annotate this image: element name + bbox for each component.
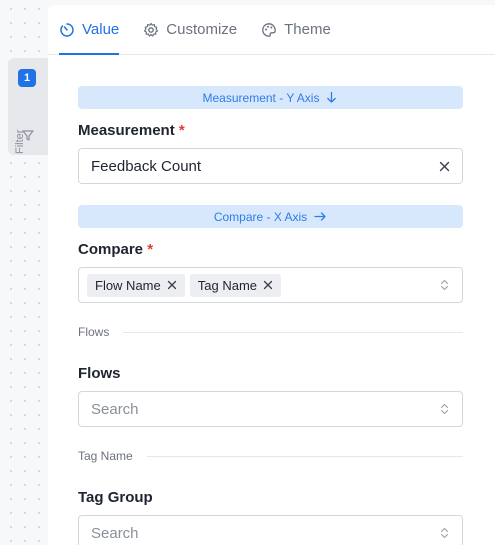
tab-theme[interactable]: Theme — [261, 5, 331, 54]
flows-section-header: Flows — [78, 325, 463, 339]
chart-config-panel: Value Customize Theme Measurement - Y Ax… — [48, 5, 495, 545]
arrow-right-icon — [314, 212, 326, 221]
tag-group-select[interactable]: Search — [78, 515, 463, 545]
palette-icon — [262, 22, 276, 37]
measurement-select[interactable]: Feedback Count — [78, 148, 463, 184]
compare-dropdown-toggle[interactable] — [438, 279, 450, 291]
required-marker: * — [147, 241, 154, 258]
flows-dropdown-toggle[interactable] — [438, 403, 450, 415]
tag-group-search-input[interactable]: Search — [91, 525, 438, 542]
tab-bar: Value Customize Theme — [48, 5, 495, 55]
flows-search-input[interactable]: Search — [91, 401, 438, 418]
filter-count-badge: 1 — [18, 69, 36, 87]
measurement-banner-label: Measurement - Y Axis — [202, 90, 320, 105]
section-divider-line — [123, 331, 463, 333]
chip-label: Flow Name — [95, 277, 161, 293]
arrow-down-icon — [327, 91, 337, 103]
chip-flow-name: Flow Name — [87, 273, 185, 297]
tag-section-title: Tag Name — [78, 449, 133, 463]
chevron-up-down-icon — [440, 403, 448, 415]
compare-multiselect[interactable]: Flow Name Tag Name — [78, 267, 463, 303]
compare-label: Compare * — [78, 241, 463, 258]
tab-customize-label: Customize — [166, 21, 238, 38]
section-divider-line — [146, 455, 463, 457]
tab-value[interactable]: Value — [59, 5, 120, 55]
tab-theme-label: Theme — [284, 21, 331, 38]
filter-label: Filter — [14, 129, 26, 154]
flows-label: Flows — [78, 365, 121, 382]
measurement-label: Measurement * — [78, 122, 463, 139]
tag-section-header: Tag Name — [78, 449, 463, 463]
close-icon — [439, 161, 449, 171]
tab-value-label: Value — [82, 21, 120, 38]
compare-chips: Flow Name Tag Name — [87, 273, 438, 297]
filter-side-tab[interactable]: 1 Filter — [8, 58, 48, 155]
compare-label-text: Compare — [78, 241, 144, 258]
measurement-label-text: Measurement — [78, 122, 175, 139]
tag-group-label: Tag Group — [78, 489, 153, 506]
required-marker: * — [178, 122, 185, 139]
chip-label: Tag Name — [197, 277, 257, 293]
clear-measurement-button[interactable] — [438, 160, 450, 172]
flows-select[interactable]: Search — [78, 391, 463, 427]
chip-remove-icon[interactable] — [263, 280, 273, 290]
value-form: Measurement - Y Axis Measurement * Feedb… — [78, 86, 463, 545]
value-icon — [60, 22, 74, 37]
compare-axis-banner: Compare - X Axis — [78, 205, 463, 228]
measurement-value: Feedback Count — [91, 157, 202, 175]
chip-remove-icon[interactable] — [167, 280, 177, 290]
measurement-axis-banner: Measurement - Y Axis — [78, 86, 463, 109]
tag-group-dropdown-toggle[interactable] — [438, 527, 450, 539]
chip-tag-name: Tag Name — [189, 273, 281, 297]
flows-section-title: Flows — [78, 325, 110, 339]
tab-customize[interactable]: Customize — [143, 5, 237, 54]
chevron-up-down-icon — [440, 279, 448, 291]
gear-icon — [144, 22, 159, 37]
chevron-up-down-icon — [440, 527, 448, 539]
compare-banner-label: Compare - X Axis — [213, 209, 308, 224]
